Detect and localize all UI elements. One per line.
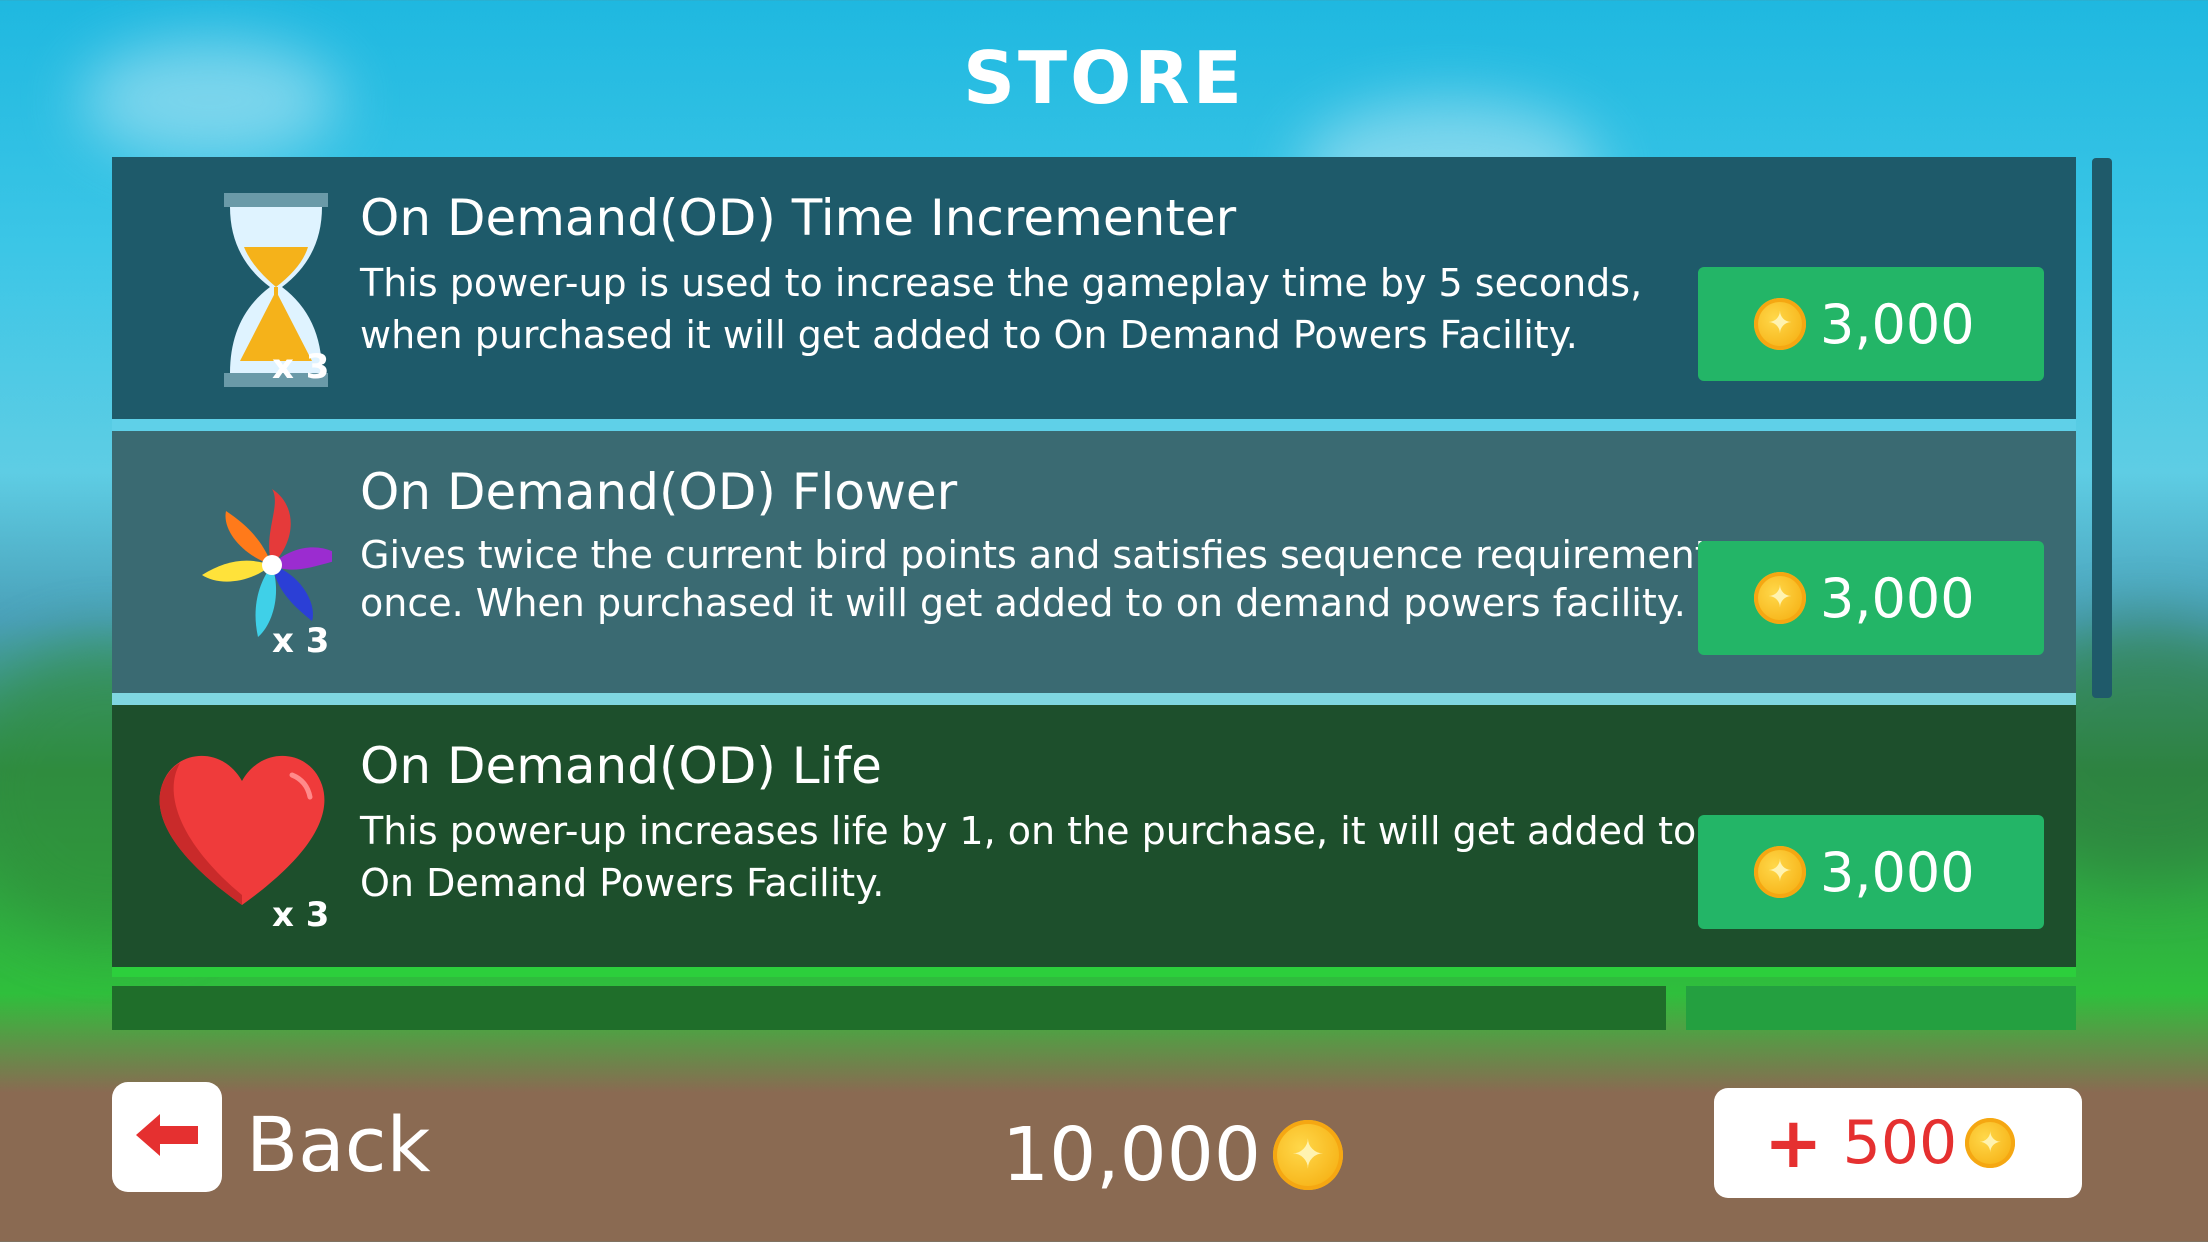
add-coins-value: 500 [1842, 1108, 1958, 1178]
item-description: This power-up increases life by 1, on th… [360, 809, 1697, 905]
buy-life-button[interactable]: ✦ 3,000 [1698, 815, 2044, 929]
buy-flower-button[interactable]: ✦ 3,000 [1698, 541, 2044, 655]
item-quantity: x 3 [272, 621, 330, 661]
add-coins-button[interactable]: + 500 ✦ [1714, 1088, 2082, 1198]
item-description: This power-up is used to increase the ga… [360, 261, 1643, 357]
store-item-partial [112, 986, 1666, 1030]
scrollbar[interactable] [2092, 158, 2112, 698]
page-title: STORE [963, 36, 1245, 120]
price-label: 3,000 [1820, 566, 1975, 630]
item-name: On Demand(OD) Flower [360, 463, 958, 521]
item-quantity: x 3 [272, 895, 330, 935]
arrow-left-icon [132, 1110, 202, 1164]
plus-icon: + [1764, 1102, 1823, 1184]
balance-value: 10,000 [1002, 1112, 1261, 1198]
back-button[interactable] [112, 1082, 222, 1192]
price-label: 3,000 [1820, 292, 1975, 356]
buy-time-incrementer-button[interactable]: ✦ 3,000 [1698, 267, 2044, 381]
back-label[interactable]: Back [246, 1100, 431, 1189]
coin-balance: 10,000 ✦ [1002, 1112, 1343, 1198]
coin-icon: ✦ [1754, 298, 1806, 350]
row-divider [112, 693, 2076, 705]
coin-icon: ✦ [1272, 1120, 1343, 1190]
store-item-life: x 3 On Demand(OD) Life This power-up inc… [112, 705, 2076, 967]
item-name: On Demand(OD) Life [360, 737, 882, 795]
store-item-partial-button [1686, 986, 2076, 1030]
item-description: Gives twice the current bird points and … [360, 533, 1710, 625]
price-label: 3,000 [1820, 840, 1975, 904]
store-item-flower: x 3 On Demand(OD) Flower Gives twice the… [112, 431, 2076, 693]
coin-icon: ✦ [1754, 846, 1806, 898]
row-divider [112, 419, 2076, 431]
item-quantity: x 3 [272, 347, 330, 387]
row-divider [112, 967, 2076, 977]
store-item-time-incrementer: x 3 On Demand(OD) Time Incrementer This … [112, 157, 2076, 419]
item-name: On Demand(OD) Time Incrementer [360, 189, 1237, 247]
coin-icon: ✦ [1754, 572, 1806, 624]
coin-icon: ✦ [1965, 1118, 2016, 1168]
